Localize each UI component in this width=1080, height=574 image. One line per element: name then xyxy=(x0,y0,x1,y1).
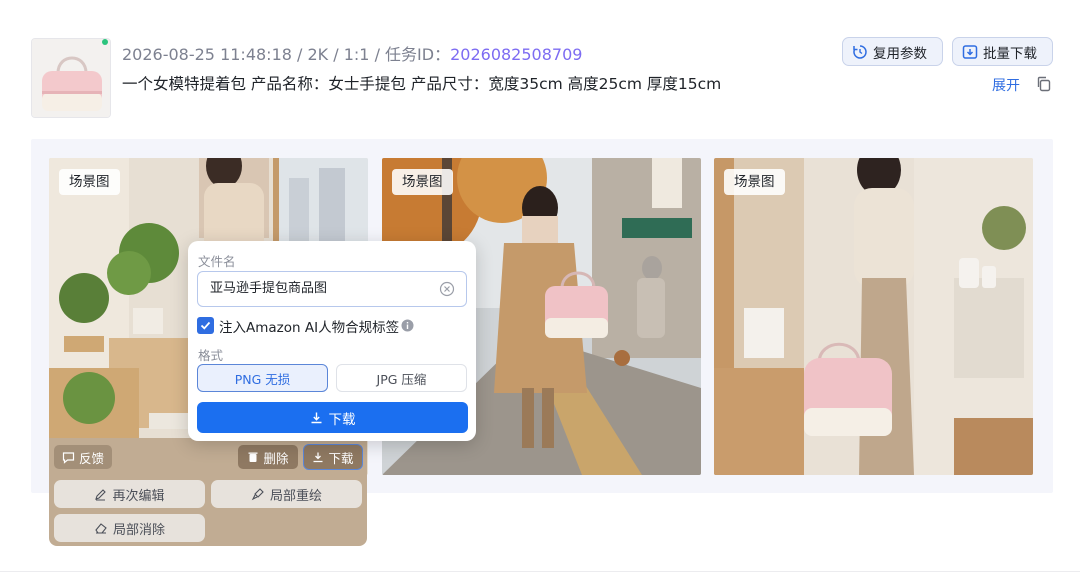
card-download-label: 下载 xyxy=(328,450,354,466)
checkmark-icon xyxy=(200,321,211,330)
local-erase-button[interactable]: 局部消除 xyxy=(54,514,205,542)
reedit-button[interactable]: 再次编辑 xyxy=(54,480,205,508)
batch-download-icon xyxy=(962,44,978,59)
scene-tag: 场景图 xyxy=(724,169,785,195)
clear-input-icon[interactable] xyxy=(439,281,455,297)
delete-label: 删除 xyxy=(263,450,289,466)
batch-download-button[interactable]: 批量下载 xyxy=(952,37,1053,66)
task-ratio: 1:1 xyxy=(343,45,370,64)
inject-tag-checkbox[interactable] xyxy=(197,317,214,334)
task-id-label: 任务ID： xyxy=(385,45,451,64)
reuse-params-button[interactable]: 复用参数 xyxy=(842,37,943,66)
scene-image-card[interactable]: 场景图 xyxy=(714,158,1033,475)
feedback-label: 反馈 xyxy=(78,450,104,466)
inject-tag-label: 注入Amazon AI人物合规标签 xyxy=(219,320,400,336)
reuse-params-label: 复用参数 xyxy=(873,45,927,62)
reuse-icon xyxy=(853,44,867,59)
store-scene-image xyxy=(714,158,1033,475)
format-jpg-option[interactable]: JPG 压缩 xyxy=(336,364,467,392)
scene-tag: 场景图 xyxy=(392,169,453,195)
task-meta: 2026-08-25 11:48:18 / 2K / 1:1 / 任务ID：20… xyxy=(122,45,583,64)
task-date: 2026-08-25 11:48:18 xyxy=(122,45,292,64)
task-resolution: 2K xyxy=(307,45,329,64)
download-confirm-label: 下载 xyxy=(328,411,356,428)
download-icon xyxy=(313,452,323,463)
task-id[interactable]: 2026082508709 xyxy=(450,45,582,64)
handbag-thumbnail-image xyxy=(32,39,110,117)
filename-input[interactable]: 亚马逊手提包商品图 xyxy=(197,271,467,307)
download-icon xyxy=(311,412,321,424)
eraser-icon xyxy=(95,523,107,534)
scene-tag: 场景图 xyxy=(59,169,120,195)
copy-icon[interactable] xyxy=(1036,76,1052,92)
batch-download-label: 批量下载 xyxy=(983,45,1037,62)
info-icon[interactable] xyxy=(401,319,414,332)
format-label: 格式 xyxy=(198,348,224,363)
status-dot xyxy=(102,39,108,45)
download-confirm-button[interactable]: 下载 xyxy=(197,402,468,433)
prompt-text: 一个女模特提着包 产品名称：女士手提包 产品尺寸：宽度35cm 高度25cm 厚… xyxy=(122,75,722,93)
card-download-button[interactable]: 下载 xyxy=(303,444,363,470)
divider xyxy=(0,571,1080,572)
expand-link[interactable]: 展开 xyxy=(992,75,1020,95)
repaint-label: 局部重绘 xyxy=(269,488,322,504)
format-png-option[interactable]: PNG 无损 xyxy=(197,364,328,392)
reedit-label: 再次编辑 xyxy=(112,488,165,504)
erase-label: 局部消除 xyxy=(112,522,165,538)
local-repaint-button[interactable]: 局部重绘 xyxy=(211,480,362,508)
trash-icon xyxy=(248,452,258,462)
brush-icon xyxy=(251,488,264,501)
download-popover: 文件名 亚马逊手提包商品图 注入Amazon AI人物合规标签 格式 PNG 无… xyxy=(188,241,476,441)
task-result-page: 2026-08-25 11:48:18 / 2K / 1:1 / 任务ID：20… xyxy=(0,0,1080,574)
feedback-button[interactable]: 反馈 xyxy=(54,445,112,469)
filename-label: 文件名 xyxy=(198,254,236,269)
feedback-icon xyxy=(62,451,75,464)
delete-button[interactable]: 删除 xyxy=(238,445,298,469)
edit-pen-icon xyxy=(95,488,107,501)
product-thumbnail[interactable] xyxy=(31,38,111,118)
